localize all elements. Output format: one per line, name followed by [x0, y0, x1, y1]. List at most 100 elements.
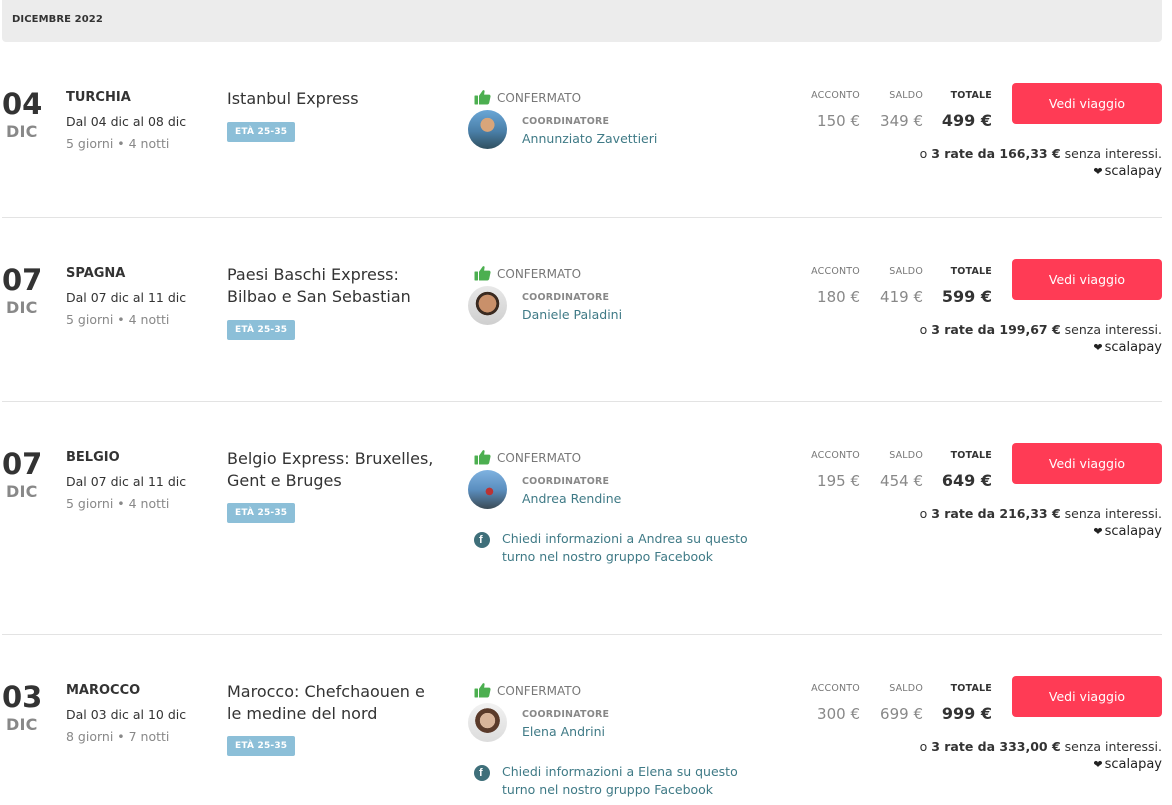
installments-info: o 3 rate da 333,00 € senza interessi.	[920, 739, 1162, 755]
installments-suffix: senza interessi.	[1060, 322, 1162, 337]
view-trip-button[interactable]: Vedi viaggio	[1012, 676, 1162, 717]
coordinator-label: COORDINATORE	[522, 116, 610, 127]
deposit-label: ACCONTO	[811, 683, 860, 694]
total-price: TOTALE 649 €	[937, 450, 992, 490]
trip-country: BELGIO	[66, 450, 120, 465]
coordinator-name[interactable]: Annunziato Zavettieri	[522, 131, 657, 147]
coordinator-name[interactable]: Elena Andrini	[522, 724, 605, 740]
deposit-value: 195 €	[817, 472, 860, 490]
deposit-price: ACCONTO 195 €	[806, 450, 860, 490]
scalapay-label: scalapay	[1104, 757, 1162, 772]
facebook-group-text[interactable]: Chiedi informazioni a Elena su questo tu…	[502, 763, 772, 799]
trip-country: MAROCCO	[66, 683, 141, 698]
balance-label: SALDO	[889, 450, 923, 461]
total-value: 499 €	[941, 111, 992, 130]
row-divider	[2, 217, 1162, 218]
facebook-icon	[474, 532, 490, 548]
installments-suffix: senza interessi.	[1060, 146, 1162, 161]
trip-day: 07	[2, 263, 43, 297]
heart-icon: ❤	[1093, 341, 1103, 354]
status-label: CONFERMATO	[497, 451, 582, 465]
trip-duration: 5 giorni • 4 notti	[66, 496, 170, 511]
installments-info: o 3 rate da 166,33 € senza interessi.	[920, 146, 1162, 162]
scalapay-label: scalapay	[1104, 164, 1162, 179]
installments-amount: 3 rate da 166,33 €	[931, 146, 1061, 161]
scalapay-logo[interactable]: ❤ scalapay	[1093, 164, 1162, 180]
total-label: TOTALE	[950, 683, 992, 694]
view-trip-button[interactable]: Vedi viaggio	[1012, 443, 1162, 484]
trip-title[interactable]: Istanbul Express	[227, 88, 442, 110]
trip-title[interactable]: Marocco: Chefchaouen e le medine del nor…	[227, 681, 442, 725]
balance-value: 419 €	[880, 288, 923, 306]
trip-duration: 8 giorni • 7 notti	[66, 729, 170, 744]
balance-price: SALDO 419 €	[872, 266, 923, 306]
status-label: CONFERMATO	[497, 684, 582, 698]
trip-date-range: Dal 07 dic al 11 dic	[66, 290, 187, 305]
view-trip-button[interactable]: Vedi viaggio	[1012, 259, 1162, 300]
month-header-label: DICEMBRE 2022	[12, 14, 103, 25]
deposit-label: ACCONTO	[811, 266, 860, 277]
scalapay-logo[interactable]: ❤ scalapay	[1093, 340, 1162, 356]
trip-duration: 5 giorni • 4 notti	[66, 312, 170, 327]
facebook-group-text[interactable]: Chiedi informazioni a Andrea su questo t…	[502, 530, 772, 566]
total-value: 599 €	[941, 287, 992, 306]
trip-country: SPAGNA	[66, 266, 126, 281]
trip-date-range: Dal 04 dic al 08 dic	[66, 114, 187, 129]
status-label: CONFERMATO	[497, 267, 582, 281]
deposit-value: 180 €	[817, 288, 860, 306]
total-price: TOTALE 599 €	[937, 266, 992, 306]
coordinator-avatar[interactable]	[468, 470, 507, 509]
thumbs-up-icon	[474, 450, 491, 465]
trip-duration: 5 giorni • 4 notti	[66, 136, 170, 151]
balance-value: 454 €	[880, 472, 923, 490]
coordinator-name[interactable]: Andrea Rendine	[522, 491, 621, 507]
deposit-value: 150 €	[817, 112, 860, 130]
view-trip-button[interactable]: Vedi viaggio	[1012, 83, 1162, 124]
installments-info: o 3 rate da 199,67 € senza interessi.	[920, 322, 1162, 338]
balance-price: SALDO 454 €	[872, 450, 923, 490]
age-badge: ETÀ 25-35	[227, 122, 296, 142]
trip-date-range: Dal 03 dic al 10 dic	[66, 707, 187, 722]
installments-amount: 3 rate da 216,33 €	[931, 506, 1061, 521]
month-header: DICEMBRE 2022	[2, 0, 1162, 42]
facebook-icon	[474, 765, 490, 781]
thumbs-up-icon	[474, 90, 491, 105]
balance-label: SALDO	[889, 90, 923, 101]
scalapay-logo[interactable]: ❤ scalapay	[1093, 757, 1162, 773]
thumbs-up-icon	[474, 683, 491, 698]
deposit-price: ACCONTO 150 €	[806, 90, 860, 130]
total-value: 999 €	[941, 704, 992, 723]
deposit-value: 300 €	[817, 705, 860, 723]
total-label: TOTALE	[950, 90, 992, 101]
status-label: CONFERMATO	[497, 91, 582, 105]
trip-country: TURCHIA	[66, 90, 131, 105]
coordinator-avatar[interactable]	[468, 703, 507, 742]
thumbs-up-icon	[474, 266, 491, 281]
balance-price: SALDO 699 €	[872, 683, 923, 723]
age-badge: ETÀ 25-35	[227, 503, 296, 523]
balance-value: 349 €	[880, 112, 923, 130]
coordinator-avatar[interactable]	[468, 110, 507, 149]
installments-prefix: o	[919, 146, 932, 161]
trip-day: 07	[2, 447, 43, 481]
trip-date-range: Dal 07 dic al 11 dic	[66, 474, 187, 489]
coordinator-label: COORDINATORE	[522, 292, 610, 303]
trip-title[interactable]: Belgio Express: Bruxelles, Gent e Bruges	[227, 448, 442, 492]
heart-icon: ❤	[1093, 165, 1103, 178]
scalapay-logo[interactable]: ❤ scalapay	[1093, 524, 1162, 540]
row-divider	[2, 401, 1162, 402]
installments-prefix: o	[919, 322, 932, 337]
trip-month: DIC	[6, 122, 38, 141]
total-label: TOTALE	[950, 450, 992, 461]
deposit-label: ACCONTO	[811, 90, 860, 101]
coordinator-avatar[interactable]	[468, 286, 507, 325]
coordinator-label: COORDINATORE	[522, 476, 610, 487]
trip-title[interactable]: Paesi Baschi Express: Bilbao e San Sebas…	[227, 264, 442, 308]
deposit-price: ACCONTO 180 €	[806, 266, 860, 306]
installments-suffix: senza interessi.	[1060, 739, 1162, 754]
age-badge: ETÀ 25-35	[227, 320, 296, 340]
coordinator-name[interactable]: Daniele Paladini	[522, 307, 622, 323]
installments-amount: 3 rate da 199,67 €	[931, 322, 1061, 337]
balance-label: SALDO	[889, 266, 923, 277]
installments-amount: 3 rate da 333,00 €	[931, 739, 1061, 754]
